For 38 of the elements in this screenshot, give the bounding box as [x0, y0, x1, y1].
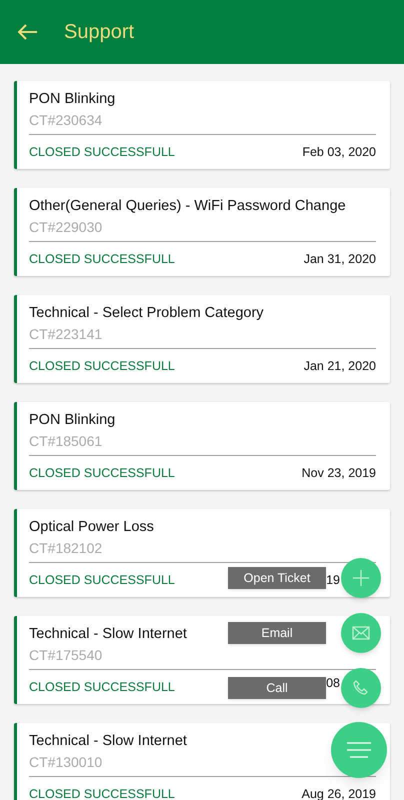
ticket-status: CLOSED SUCCESSFULL [29, 465, 175, 482]
ticket-id: CT#229030 [29, 218, 102, 237]
ticket-id: CT#185061 [29, 432, 102, 451]
ticket-status: CLOSED SUCCESSFULL [29, 358, 175, 375]
ticket-status: CLOSED SUCCESSFULL [29, 251, 175, 268]
screen-title: Support [64, 20, 134, 45]
ticket-id: CT#182102 [29, 539, 102, 558]
fab-label[interactable]: Call [228, 677, 326, 699]
ticket-card[interactable]: Other(General Queries) - WiFi Password Change CT#229030 CLOSED SUCCESSFULL Jan 31, 2020 [14, 188, 390, 276]
ticket-id: CT#223141 [29, 325, 102, 344]
ticket-card[interactable]: PON Blinking CT#185061 CLOSED SUCCESSFULL Nov 23, 2019 [14, 402, 390, 490]
ticket-date: Feb 03, 2020 [302, 144, 376, 161]
fab-label[interactable]: Open Ticket [228, 567, 326, 589]
ticket-title: Other(General Queries) - WiFi Password Change [29, 197, 346, 216]
ticket-status: CLOSED SUCCESSFULL [29, 786, 175, 800]
ticket-title: Technical - Slow Internet [29, 625, 187, 644]
ticket-date: Nov 23, 2019 [302, 465, 376, 482]
ticket-date: 19 [326, 572, 340, 589]
ticket-title: Technical - Select Problem Category [29, 304, 264, 323]
ticket-date: 08 [326, 675, 340, 692]
ticket-id: CT#175540 [29, 646, 102, 665]
ticket-id: CT#130010 [29, 753, 102, 772]
ticket-date: Jan 31, 2020 [304, 251, 376, 268]
plus-icon [351, 568, 371, 588]
ticket-status: CLOSED SUCCESSFULL [29, 572, 175, 589]
ticket-title: Technical - Slow Internet [29, 732, 187, 751]
ticket-id: CT#230634 [29, 111, 102, 130]
menu-icon [347, 742, 371, 758]
ticket-status: CLOSED SUCCESSFULL [29, 144, 175, 161]
ticket-title: Optical Power Loss [29, 518, 154, 537]
ticket-status: CLOSED SUCCESSFULL [29, 679, 175, 696]
ticket-date: Jan 21, 2020 [304, 358, 376, 375]
ticket-card[interactable]: PON Blinking CT#230634 CLOSED SUCCESSFULL Feb 03, 2020 [14, 81, 390, 169]
ticket-title: PON Blinking [29, 411, 116, 430]
back-icon[interactable] [18, 24, 38, 40]
fab-label[interactable]: Email [228, 622, 326, 644]
ticket-title: PON Blinking [29, 90, 116, 109]
ticket-card[interactable]: Technical - Select Problem Category CT#223141 CLOSED SUCCESSFULL Jan 21, 2020 [14, 295, 390, 383]
